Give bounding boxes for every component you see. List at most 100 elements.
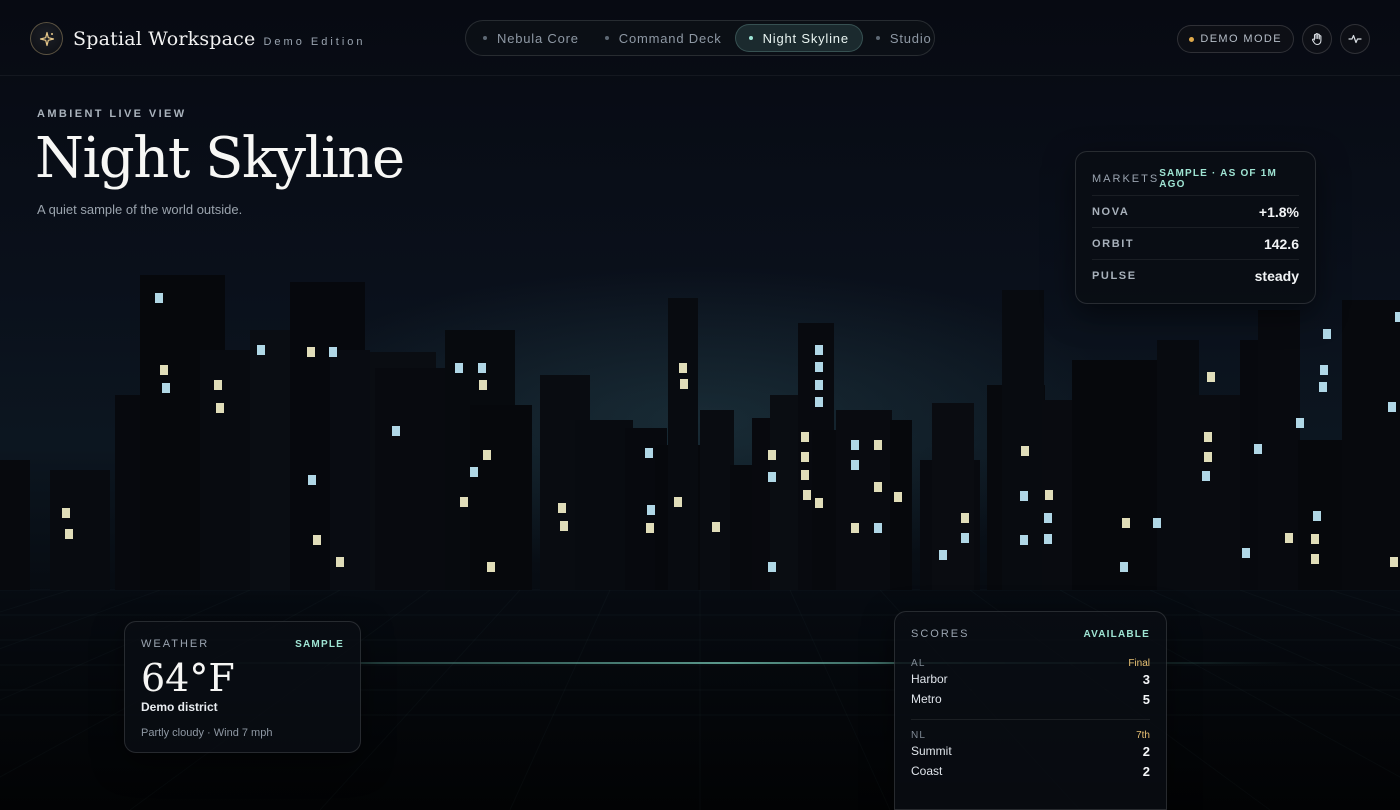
market-row: NOVA +1.8% xyxy=(1092,195,1299,227)
building xyxy=(375,368,450,590)
building xyxy=(470,405,532,590)
window-light xyxy=(961,513,969,523)
scores-tag: AVAILABLE xyxy=(1083,628,1150,640)
window-light xyxy=(961,533,969,543)
market-name: PULSE xyxy=(1092,269,1137,282)
building xyxy=(1342,300,1400,590)
app-title: Spatial Workspace xyxy=(73,27,256,50)
market-row: ORBIT 142.6 xyxy=(1092,227,1299,259)
window-light xyxy=(313,535,321,545)
building xyxy=(0,460,30,590)
team-row: Summit 2 xyxy=(911,741,1150,761)
team-name: Summit xyxy=(911,744,952,758)
tab-label: Nebula Core xyxy=(497,30,579,46)
building xyxy=(1258,310,1300,590)
window-light xyxy=(1390,557,1398,567)
building xyxy=(890,420,912,590)
ground-gridline xyxy=(789,589,891,810)
window-light xyxy=(801,432,809,442)
activity-button[interactable] xyxy=(1340,24,1370,54)
window-light xyxy=(1120,562,1128,572)
sparkle-icon xyxy=(30,22,63,55)
window-light xyxy=(801,470,809,480)
header-controls: DEMO MODE xyxy=(1177,24,1370,54)
window-light xyxy=(160,365,168,375)
tab-studio[interactable]: Studio xyxy=(863,24,945,52)
window-light xyxy=(558,503,566,513)
window-light xyxy=(1204,432,1212,442)
window-light xyxy=(308,475,316,485)
window-light xyxy=(1311,534,1319,544)
team-name: Coast xyxy=(911,764,943,778)
page-subtitle: A quiet sample of the world outside. xyxy=(37,202,243,217)
window-light xyxy=(329,347,337,357)
window-light xyxy=(483,450,491,460)
tab-night-skyline[interactable]: Night Skyline xyxy=(734,24,863,52)
window-light xyxy=(1254,444,1262,454)
demo-mode-toggle[interactable]: DEMO MODE xyxy=(1177,25,1294,53)
ground-gridline xyxy=(509,589,611,810)
window-light xyxy=(874,523,882,533)
window-light xyxy=(712,522,720,532)
market-value: steady xyxy=(1254,267,1299,284)
window-light xyxy=(392,426,400,436)
team-name: Metro xyxy=(911,692,942,706)
window-light xyxy=(768,562,776,572)
tab-dot-icon xyxy=(483,36,487,40)
tab-dot-icon xyxy=(604,36,609,40)
window-light xyxy=(645,448,653,458)
weather-label: WEATHER xyxy=(141,638,210,650)
team-score: 5 xyxy=(1142,691,1150,707)
page-eyebrow: AMBIENT LIVE VIEW xyxy=(37,108,187,120)
game-status: 7th xyxy=(1136,730,1150,741)
window-light xyxy=(1296,418,1304,428)
tab-dot-icon xyxy=(875,36,880,40)
window-light xyxy=(647,505,655,515)
window-light xyxy=(803,490,811,500)
ground-gridline xyxy=(1239,589,1400,650)
window-light xyxy=(1313,511,1321,521)
weather-temperature: 64°F xyxy=(141,656,235,700)
window-light xyxy=(1323,329,1331,339)
window-light xyxy=(1320,365,1328,375)
building xyxy=(575,420,633,590)
tab-label: Studio xyxy=(889,30,932,46)
tab-label: Night Skyline xyxy=(762,30,849,46)
brand: Spatial Workspace Demo Edition xyxy=(30,22,366,55)
tab-command-deck[interactable]: Command Deck xyxy=(592,24,735,52)
scene-tabs: Nebula Core Command Deck Night Skyline S… xyxy=(465,20,935,56)
league-group: AL Final Harbor 3 Metro 5 xyxy=(911,658,1150,709)
window-light xyxy=(455,363,463,373)
window-light xyxy=(487,562,495,572)
window-light xyxy=(874,440,882,450)
team-row: Coast 2 xyxy=(911,761,1150,781)
window-light xyxy=(1204,452,1212,462)
window-light xyxy=(1395,312,1400,322)
page-title: Night Skyline xyxy=(35,126,405,191)
window-light xyxy=(479,380,487,390)
window-light xyxy=(674,497,682,507)
league-header: NL 7th xyxy=(911,730,1150,741)
team-row: Harbor 3 xyxy=(911,669,1150,689)
window-light xyxy=(851,523,859,533)
window-light xyxy=(768,472,776,482)
market-name: NOVA xyxy=(1092,205,1130,218)
league-group: NL 7th Summit 2 Coast 2 xyxy=(911,719,1150,781)
hand-button[interactable] xyxy=(1302,24,1332,54)
window-light xyxy=(1044,513,1052,523)
window-light xyxy=(470,467,478,477)
markets-label: MARKETS xyxy=(1092,173,1160,185)
weather-location: Demo district xyxy=(141,700,218,714)
building xyxy=(50,470,110,590)
team-score: 2 xyxy=(1142,743,1150,759)
window-light xyxy=(336,557,344,567)
ground-gridline xyxy=(1329,589,1400,613)
window-light xyxy=(1021,446,1029,456)
team-score: 2 xyxy=(1142,763,1150,779)
weather-card: WEATHER SAMPLE 64°F Demo district Partly… xyxy=(124,621,361,753)
weather-tag: SAMPLE xyxy=(295,638,344,650)
market-value: +1.8% xyxy=(1258,203,1299,220)
top-bar: Spatial Workspace Demo Edition Nebula Co… xyxy=(0,0,1400,76)
tab-nebula-core[interactable]: Nebula Core xyxy=(470,24,592,52)
game-status: Final xyxy=(1128,658,1150,669)
